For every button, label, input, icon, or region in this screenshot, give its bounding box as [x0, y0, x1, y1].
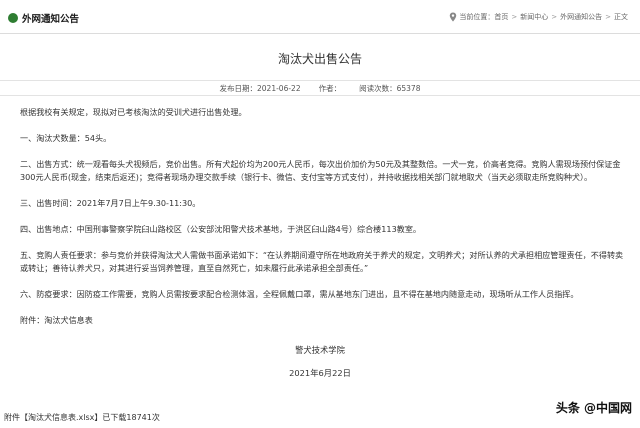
article-body: 根据我校有关规定，现拟对已考核淘汰的受训犬进行出售处理。 一、淘汰犬数量：54头… — [20, 106, 626, 340]
breadcrumb-prefix: 当前位置： — [459, 13, 495, 21]
breadcrumb-current: 正文 — [614, 13, 628, 21]
breadcrumb-home-link[interactable]: 首页 — [494, 12, 508, 22]
publish-date: 发布日期：2021-06-22 — [219, 83, 301, 93]
author-label: 作者： — [318, 83, 342, 93]
sign-date: 2021年6月22日 — [289, 368, 351, 378]
breadcrumb-separator: > — [511, 13, 518, 21]
paragraph-quantity: 一、淘汰犬数量：54头。 — [20, 133, 112, 143]
breadcrumb: 当前位置： 首页 > 新闻中心 > 外网通知公告 > 正文 — [449, 11, 628, 23]
breadcrumb-notice-link[interactable]: 外网通知公告 — [560, 12, 602, 22]
page-title: 淘汰犬出售公告 — [277, 52, 362, 66]
paragraph-responsibility: 五、竞购人责任要求：参与竞价并获得淘汰犬人需做书面承诺如下：“在认养期间遵守所在… — [20, 250, 624, 273]
paragraph-sale-method: 二、出售方式：统一观看每头犬视频后，竞价出售。所有犬起价均为200元人民币，每次… — [20, 159, 621, 182]
section-marker-icon — [8, 13, 18, 23]
attachment-download-count: 】已下载18741次 — [94, 412, 160, 422]
paragraph-attachment-note: 附件：淘汰犬信息表 — [20, 315, 93, 325]
attachment-bar: 附件【 淘汰犬信息表.xlsx 】已下载18741次 — [0, 406, 640, 428]
signature: 警犬技术学院 — [295, 345, 345, 355]
paragraph-sale-time: 三、出售时间：2021年7月7日上午9.30-11:30。 — [20, 198, 201, 208]
paragraph-sale-location: 四、出售地点：中国刑事警察学院臼山路校区（公安部沈阳警犬技术基地，于洪区臼山路4… — [20, 224, 422, 234]
section-title-text: 外网通知公告 — [22, 14, 80, 25]
location-pin-icon — [450, 12, 457, 22]
paragraph-epidemic: 六、防疫要求：因防疫工作需要，竞购人员需按要求配合检测体温，全程佩戴口罩，需从基… — [20, 289, 579, 299]
watermark: 头条 @中国网 — [555, 401, 632, 415]
top-bar: 外网通知公告 当前位置： 首页 > 新闻中心 > 外网通知公告 > 正文 — [0, 0, 640, 34]
breadcrumb-separator: > — [551, 13, 558, 21]
paragraph-intro: 根据我校有关规定，现拟对已考核淘汰的受训犬进行出售处理。 — [20, 107, 247, 117]
breadcrumb-news-link[interactable]: 新闻中心 — [520, 12, 548, 22]
attachment-link[interactable]: 淘汰犬信息表.xlsx — [28, 412, 94, 423]
section-title: 外网通知公告 — [8, 11, 79, 25]
view-count: 阅读次数：65378 — [359, 83, 421, 93]
attachment-prefix: 附件【 — [4, 412, 28, 422]
breadcrumb-separator: > — [605, 13, 611, 21]
article-meta: 发布日期：2021-06-22 作者： 阅读次数：65378 — [0, 80, 640, 96]
